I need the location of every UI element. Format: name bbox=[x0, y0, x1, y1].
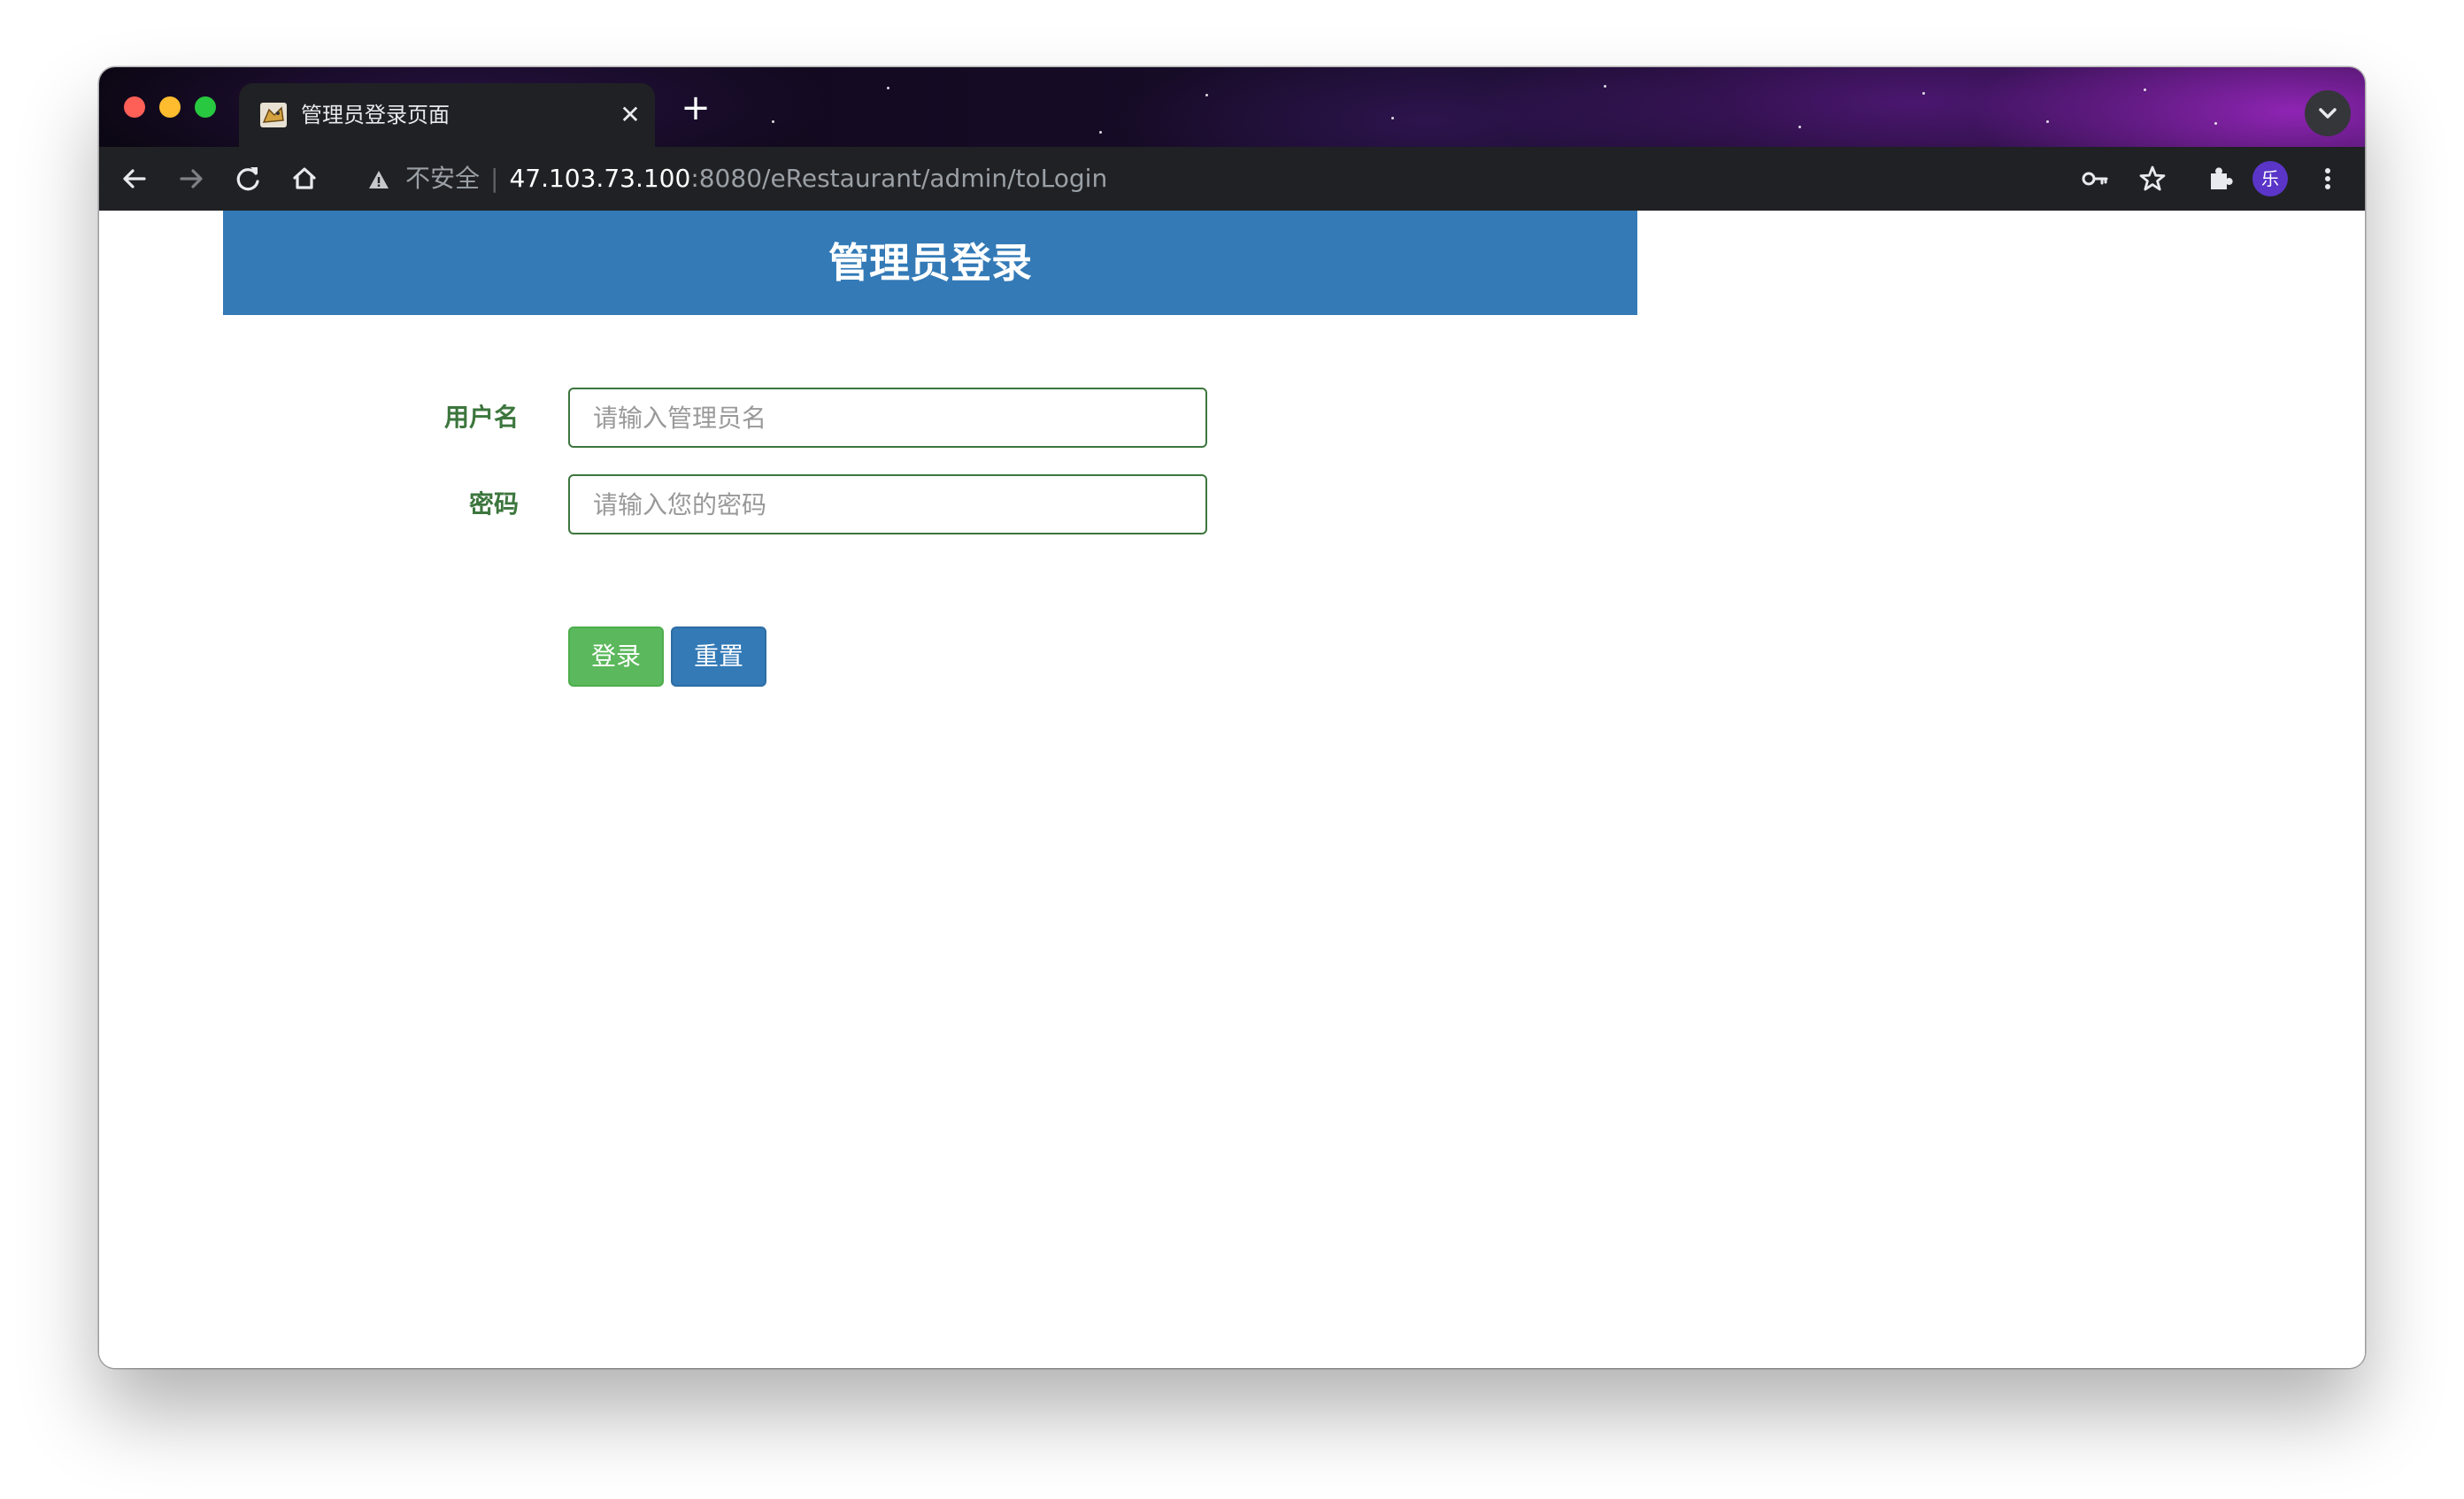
profile-avatar[interactable]: 乐 bbox=[2252, 161, 2288, 196]
puzzle-icon bbox=[2211, 167, 2233, 189]
url-host: 47.103.73.100 bbox=[509, 164, 691, 193]
omnibox-divider: | bbox=[490, 164, 499, 193]
security-label: 不安全 bbox=[405, 164, 481, 193]
home-button[interactable] bbox=[285, 159, 324, 198]
reload-icon bbox=[236, 167, 259, 191]
page-title: 管理员登录 bbox=[223, 211, 1637, 315]
star-decoration bbox=[1798, 126, 1801, 128]
home-icon bbox=[293, 167, 316, 189]
password-label: 密码 bbox=[468, 489, 519, 519]
password-key-button[interactable] bbox=[2076, 159, 2115, 198]
bookmark-star-button[interactable] bbox=[2133, 159, 2172, 198]
star-decoration bbox=[1099, 131, 1102, 134]
star-decoration bbox=[1205, 94, 1208, 96]
username-input[interactable] bbox=[568, 388, 1207, 448]
star-decoration bbox=[2214, 122, 2217, 125]
star-icon bbox=[2139, 165, 2166, 191]
tab-search-button[interactable] bbox=[2305, 90, 2351, 136]
login-button[interactable]: 登录 bbox=[568, 627, 664, 687]
maximize-window-button[interactable] bbox=[195, 96, 216, 118]
key-icon bbox=[2082, 172, 2108, 186]
minimize-window-button[interactable] bbox=[159, 96, 181, 118]
star-decoration bbox=[2046, 120, 2049, 123]
url-path: :8080/eRestaurant/admin/toLogin bbox=[690, 164, 1108, 193]
close-window-button[interactable] bbox=[124, 96, 145, 118]
arrow-left-icon bbox=[123, 169, 146, 188]
tab-title: 管理员登录页面 bbox=[301, 103, 450, 127]
more-vertical-icon bbox=[2325, 168, 2330, 189]
arrow-right-icon bbox=[180, 169, 203, 188]
username-label: 用户名 bbox=[443, 403, 519, 432]
reset-button[interactable]: 重置 bbox=[671, 627, 766, 687]
star-decoration bbox=[772, 120, 774, 123]
back-button[interactable] bbox=[115, 159, 154, 198]
browser-toolbar: 不安全 | 47.103.73.100:8080/eRestaurant/admin… bbox=[99, 147, 2365, 211]
url-text: 不安全 | 47.103.73.100:8080/eRestaurant/admin… bbox=[405, 161, 1107, 196]
star-decoration bbox=[1604, 85, 1606, 88]
star-decoration bbox=[2144, 88, 2146, 91]
tomcat-favicon-icon bbox=[260, 103, 287, 127]
warning-icon bbox=[369, 171, 389, 188]
extensions-button[interactable] bbox=[2200, 159, 2239, 198]
active-tab[interactable]: 管理员登录页面 ✕ bbox=[239, 83, 655, 147]
chevron-down-icon bbox=[2319, 108, 2337, 119]
page-content: 管理员登录 用户名 密码 登录 重置 bbox=[99, 211, 2365, 1368]
forward-button[interactable] bbox=[172, 159, 211, 198]
tab-strip: 管理员登录页面 ✕ + bbox=[99, 67, 2365, 147]
star-decoration bbox=[1391, 117, 1394, 119]
new-tab-button[interactable]: + bbox=[674, 88, 717, 131]
star-decoration bbox=[1922, 92, 1925, 95]
address-bar[interactable]: 不安全 | 47.103.73.100:8080/eRestaurant/admin… bbox=[349, 152, 2195, 205]
star-decoration bbox=[887, 87, 889, 89]
reload-button[interactable] bbox=[228, 159, 267, 198]
password-input[interactable] bbox=[568, 474, 1207, 534]
close-tab-icon[interactable]: ✕ bbox=[614, 99, 646, 131]
browser-window: 管理员登录页面 ✕ + 不安全 | 47.103.73.100:8080/eRe… bbox=[99, 67, 2365, 1368]
browser-menu-button[interactable] bbox=[2308, 159, 2347, 198]
